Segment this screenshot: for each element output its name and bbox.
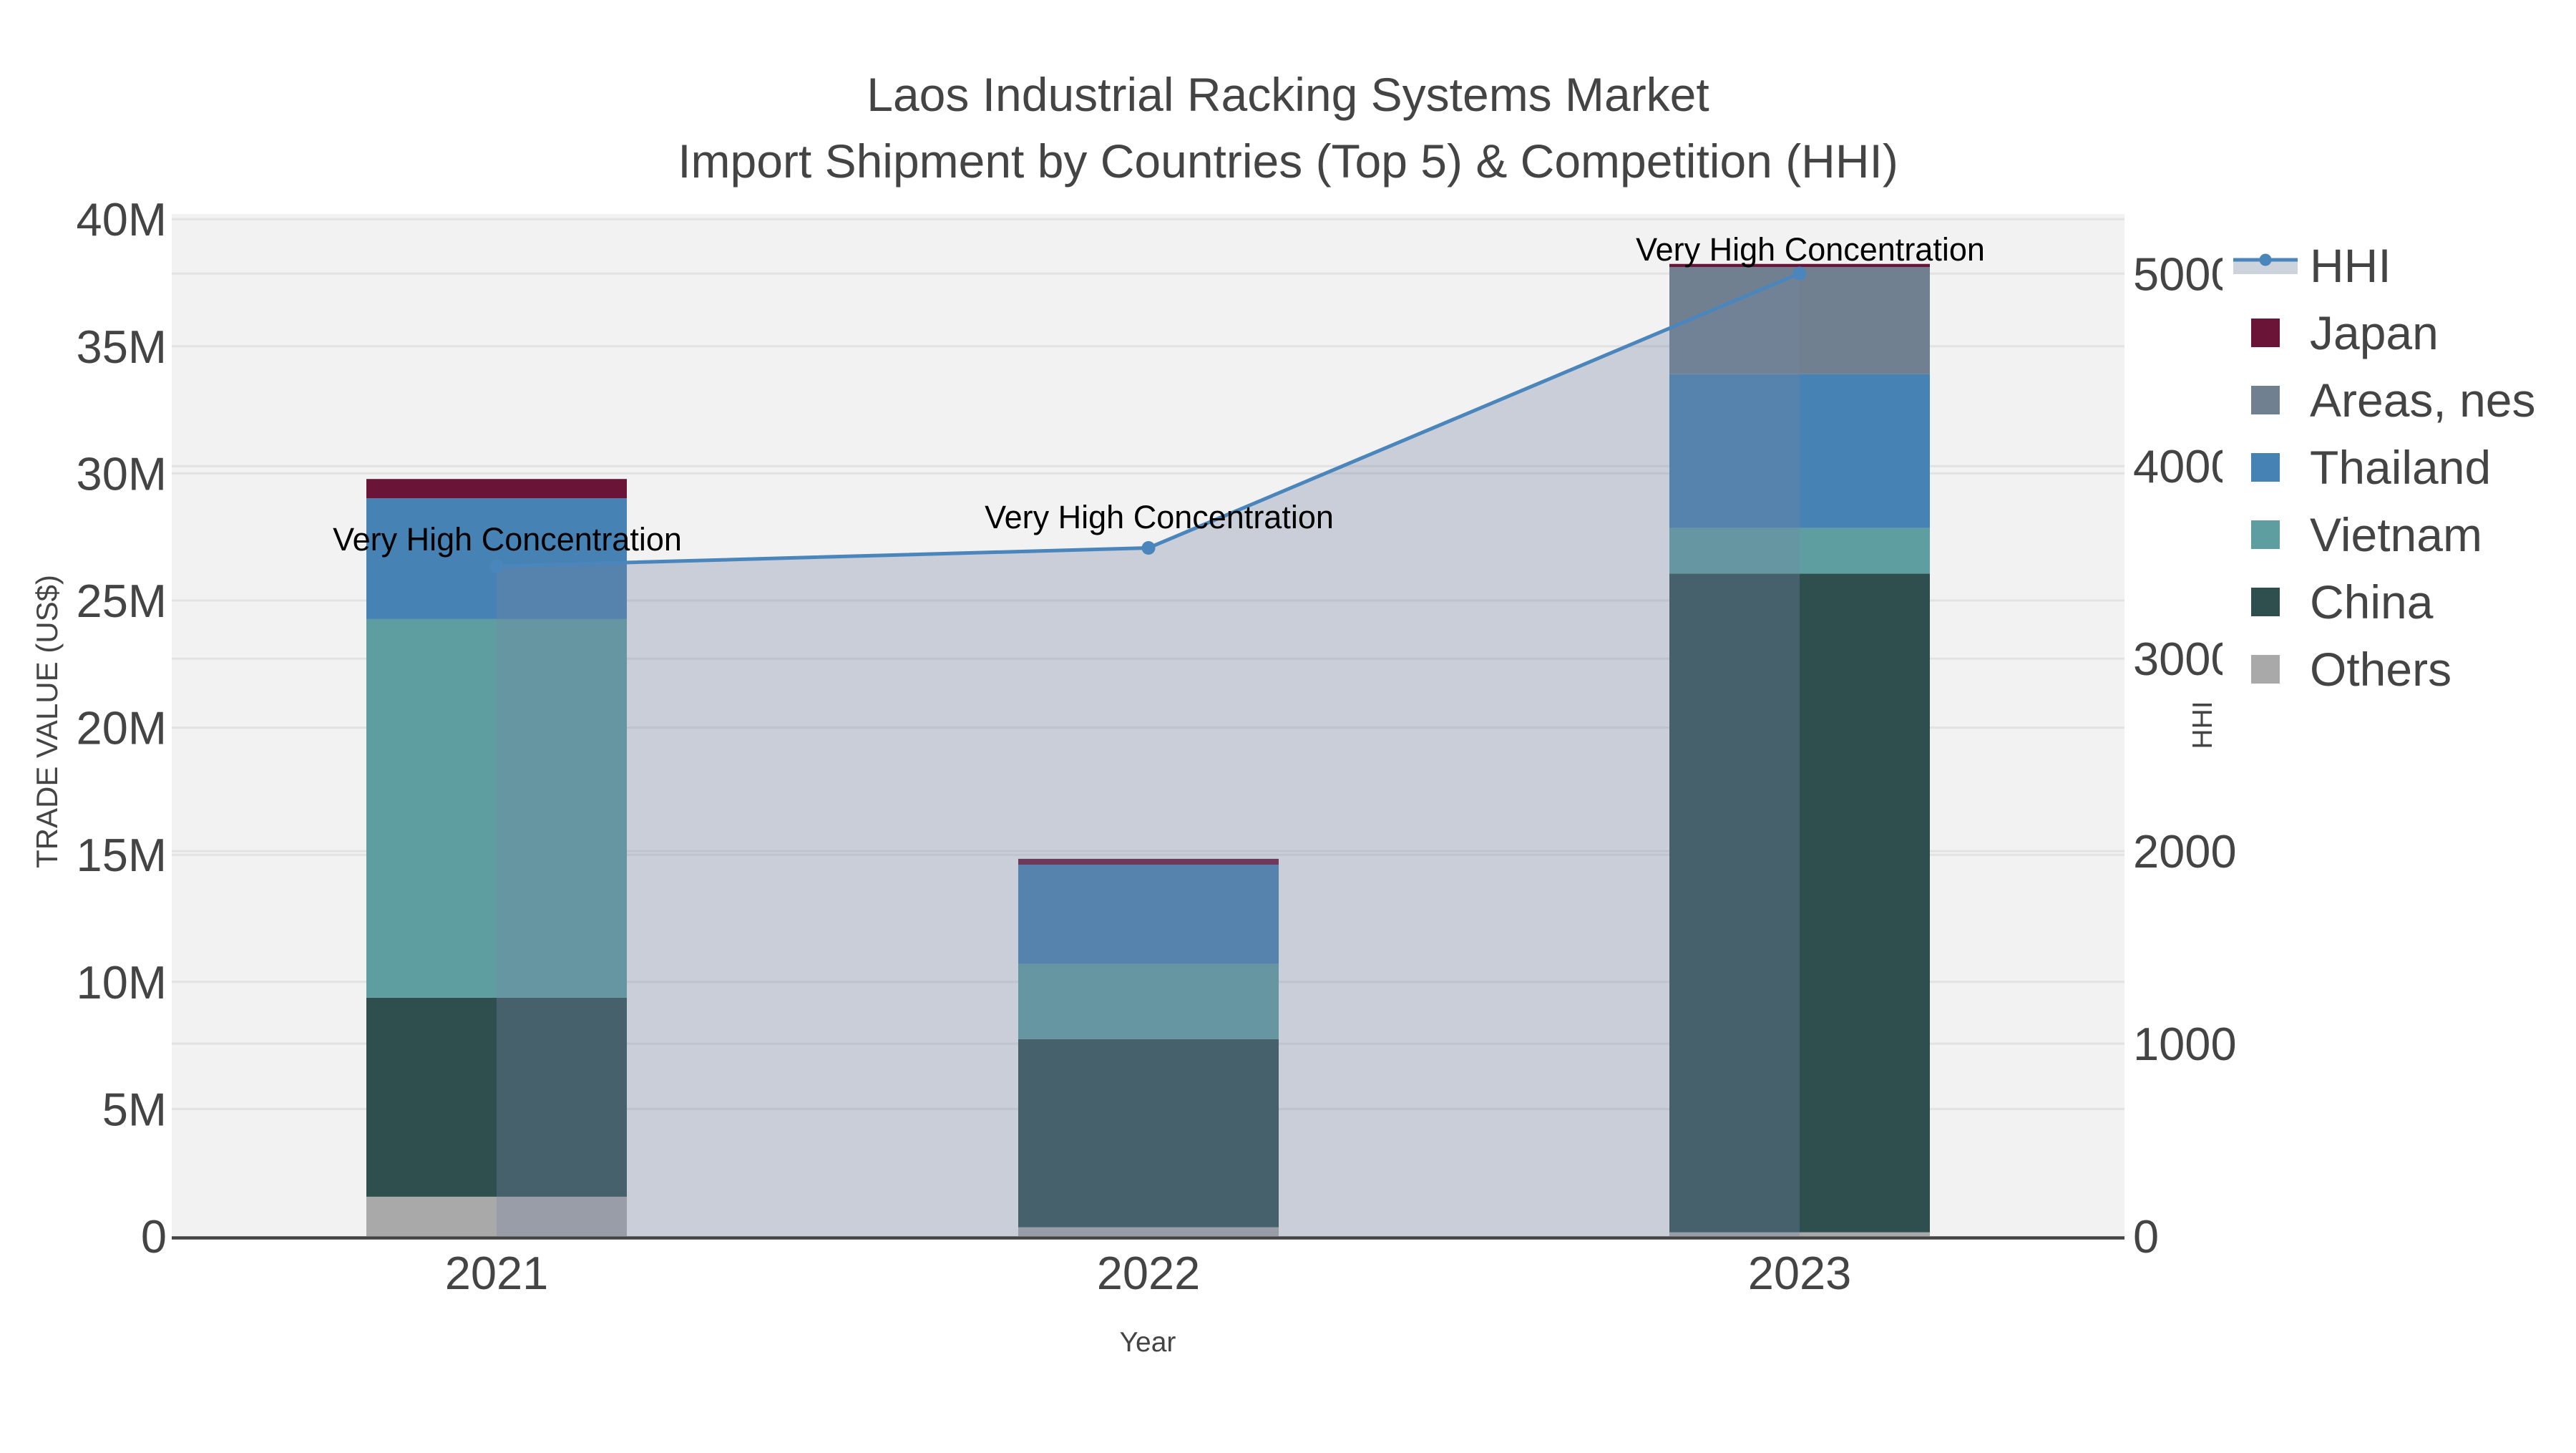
svg-text:Import Shipment by Countries (: Import Shipment by Countries (Top 5) & C… [678,135,1898,188]
svg-text:0: 0 [141,1210,167,1263]
svg-text:HHI: HHI [2310,239,2391,292]
svg-text:3000: 3000 [2133,633,2237,685]
svg-text:Thailand: Thailand [2310,441,2491,494]
svg-text:Very High Concentration: Very High Concentration [1636,231,1985,268]
svg-text:2021: 2021 [445,1247,549,1299]
svg-text:10M: 10M [77,956,167,1009]
svg-text:Laos Industrial Racking System: Laos Industrial Racking Systems Market [867,68,1709,121]
svg-text:15M: 15M [77,829,167,881]
svg-text:1000: 1000 [2133,1018,2237,1070]
svg-text:0: 0 [2133,1210,2159,1263]
svg-text:5000: 5000 [2133,248,2237,300]
svg-text:Very High Concentration: Very High Concentration [985,499,1334,535]
svg-text:25M: 25M [77,575,167,627]
svg-text:20M: 20M [77,702,167,754]
svg-text:5M: 5M [102,1083,167,1135]
svg-text:HHI: HHI [2187,701,2218,749]
svg-text:Year: Year [1120,1327,1176,1358]
svg-text:30M: 30M [77,447,167,500]
svg-text:4000: 4000 [2133,440,2237,492]
svg-text:2022: 2022 [1097,1247,1201,1299]
svg-text:Vietnam: Vietnam [2310,508,2482,561]
svg-text:China: China [2310,575,2434,628]
svg-text:Very High Concentration: Very High Concentration [333,521,682,558]
svg-text:Areas, nes: Areas, nes [2310,374,2536,427]
svg-text:Others: Others [2310,643,2451,696]
svg-text:35M: 35M [77,321,167,373]
svg-text:TRADE VALUE (US$): TRADE VALUE (US$) [30,575,64,868]
svg-text:Japan: Japan [2310,306,2439,359]
svg-text:2023: 2023 [1748,1247,1852,1299]
svg-text:2000: 2000 [2133,825,2237,878]
svg-text:40M: 40M [77,193,167,246]
